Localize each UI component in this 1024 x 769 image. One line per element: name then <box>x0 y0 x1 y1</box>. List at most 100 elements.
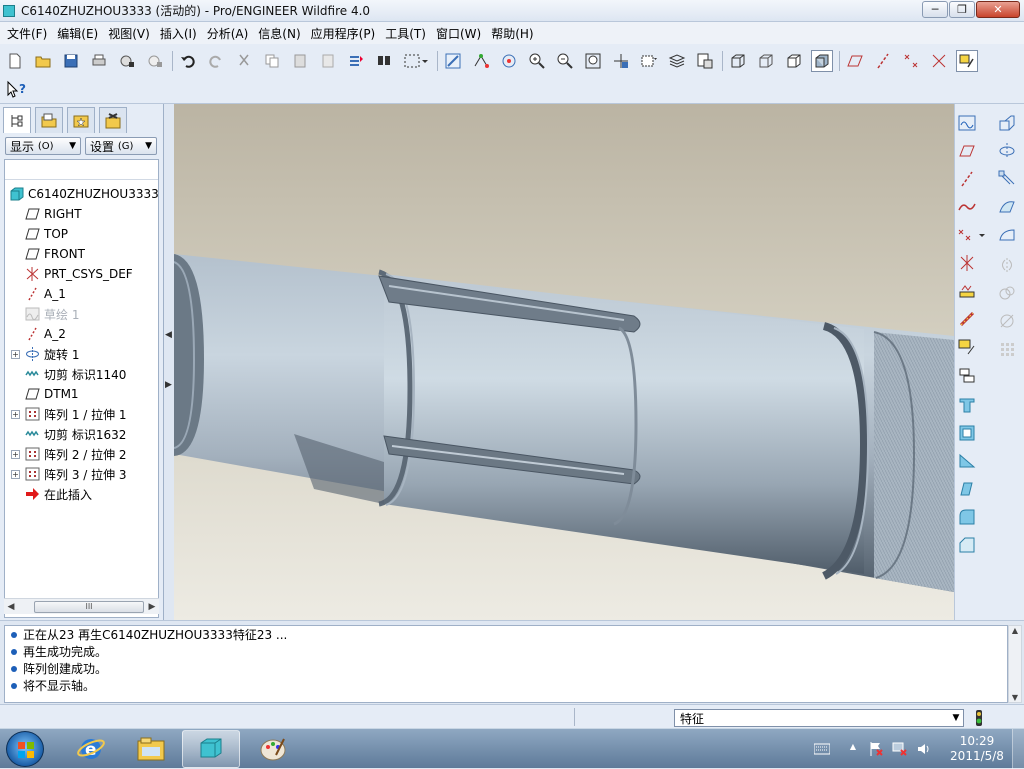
paste-icon[interactable] <box>289 50 311 72</box>
no-hidden-icon[interactable] <box>783 50 805 72</box>
taskbar-paint-button[interactable] <box>244 730 302 768</box>
zoom-out-icon[interactable] <box>554 50 576 72</box>
menu-applications[interactable]: 应用程序(P) <box>306 25 381 42</box>
regenerate-icon[interactable] <box>345 50 367 72</box>
start-button[interactable] <box>6 731 44 767</box>
csys-tool-icon[interactable] <box>955 252 979 274</box>
redo-icon[interactable] <box>205 50 227 72</box>
maximize-button[interactable]: ❐ <box>949 1 975 18</box>
shell-tool-icon[interactable] <box>955 422 979 444</box>
annotations-toggle-icon[interactable] <box>956 50 978 72</box>
datum-point-tool-icon[interactable] <box>955 224 989 246</box>
undo-icon[interactable] <box>177 50 199 72</box>
annotation-tool-icon[interactable] <box>955 336 979 358</box>
collapse-left-icon[interactable]: ◀ <box>165 330 172 344</box>
expand-right-icon[interactable]: ▶ <box>165 380 172 394</box>
paste-special-icon[interactable] <box>317 50 339 72</box>
history-tab[interactable] <box>99 107 127 133</box>
find-icon[interactable] <box>373 50 395 72</box>
scroll-thumb[interactable]: III <box>34 600 144 613</box>
menu-edit[interactable]: 编辑(E) <box>52 25 103 42</box>
sketch-tool-icon[interactable] <box>955 112 979 134</box>
show-hidden-icons-icon[interactable]: ▲ <box>844 742 862 756</box>
tree-item[interactable]: A_2 <box>5 324 160 344</box>
csys-toggle-icon[interactable] <box>928 50 950 72</box>
extrude-tool-icon[interactable] <box>995 112 1019 134</box>
menu-file[interactable]: 文件(F) <box>2 25 52 42</box>
blend-tool-icon[interactable] <box>995 196 1019 218</box>
datum-plane-tool-icon[interactable] <box>955 140 979 162</box>
merge-tool-icon[interactable] <box>995 282 1019 304</box>
select-box-icon[interactable] <box>401 50 431 72</box>
network-icon[interactable] <box>892 741 908 757</box>
datum-points-toggle-icon[interactable] <box>900 50 922 72</box>
datum-axis-tool-icon[interactable] <box>955 168 979 190</box>
open-folder-icon[interactable] <box>32 50 54 72</box>
tree-item[interactable]: 草绘 1 <box>5 304 160 324</box>
settings-dropdown-button[interactable]: 设置 (G) ▼ <box>85 137 157 155</box>
tree-item[interactable]: PRT_CSYS_DEF <box>5 264 160 284</box>
draft-tool-icon[interactable] <box>955 478 979 500</box>
send-mail-icon[interactable] <box>116 50 138 72</box>
model-tree-tab[interactable] <box>3 107 31 133</box>
scroll-down-icon[interactable]: ▼ <box>1009 693 1021 702</box>
rib-tool-icon[interactable] <box>955 450 979 472</box>
folder-browser-tab[interactable] <box>35 107 63 133</box>
tree-item[interactable]: DTM1 <box>5 384 160 404</box>
tree-item[interactable]: C6140ZHUZHOU3333.PRT <box>5 184 160 204</box>
analysis-tool-icon[interactable] <box>955 280 979 302</box>
expand-node-icon[interactable]: + <box>11 409 20 419</box>
tree-horizontal-scrollbar[interactable]: ◀ III ▶ <box>4 598 159 614</box>
round-tool-icon[interactable] <box>955 506 979 528</box>
hole-tool-icon[interactable] <box>955 394 979 416</box>
selection-filter-select[interactable]: 特征 ▼ <box>674 709 964 727</box>
new-file-icon[interactable] <box>4 50 26 72</box>
taskbar-proe-button[interactable] <box>182 730 240 768</box>
pattern-tool-icon[interactable] <box>995 338 1019 360</box>
expand-node-icon[interactable]: + <box>11 449 20 459</box>
shading-icon[interactable] <box>811 50 833 72</box>
context-help-icon[interactable]: ? <box>4 78 30 100</box>
variable-sweep-tool-icon[interactable] <box>995 168 1019 190</box>
tree-item[interactable]: TOP <box>5 224 160 244</box>
trim-tool-icon[interactable] <box>995 310 1019 332</box>
layers-icon[interactable] <box>666 50 688 72</box>
mirror-tool-icon[interactable] <box>995 254 1019 276</box>
tree-item[interactable]: FRONT <box>5 244 160 264</box>
scroll-left-icon[interactable]: ◀ <box>4 602 18 612</box>
save-icon[interactable] <box>60 50 82 72</box>
wireframe-icon[interactable] <box>727 50 749 72</box>
reorient-icon[interactable] <box>610 50 632 72</box>
reference-tool-icon[interactable] <box>955 308 979 330</box>
menu-analysis[interactable]: 分析(A) <box>202 25 254 42</box>
tree-item[interactable]: + 阵列 3 / 拉伸 3 <box>5 464 160 484</box>
expand-node-icon[interactable]: + <box>11 469 20 479</box>
menu-info[interactable]: 信息(N) <box>253 25 305 42</box>
tree-item[interactable]: + 阵列 2 / 拉伸 2 <box>5 444 160 464</box>
spin-center-icon[interactable] <box>470 50 492 72</box>
hidden-line-icon[interactable] <box>755 50 777 72</box>
tree-item[interactable]: 切剪 标识1140 <box>5 364 160 384</box>
expand-node-icon[interactable]: + <box>11 349 20 359</box>
zoom-in-icon[interactable] <box>526 50 548 72</box>
datum-curve-tool-icon[interactable] <box>955 196 979 218</box>
panel-splitter[interactable]: ◀ ▶ <box>164 104 174 620</box>
cut-icon[interactable] <box>233 50 255 72</box>
minimize-button[interactable]: ─ <box>922 1 948 18</box>
tree-item[interactable]: + 阵列 1 / 拉伸 1 <box>5 404 160 424</box>
tree-filter-row[interactable] <box>5 160 158 180</box>
menu-tools[interactable]: 工具(T) <box>380 25 431 42</box>
revolve-tool-icon[interactable] <box>995 140 1019 162</box>
menu-window[interactable]: 窗口(W) <box>431 25 486 42</box>
view-manager-icon[interactable] <box>694 50 716 72</box>
datum-axes-toggle-icon[interactable] <box>872 50 894 72</box>
boundary-blend-tool-icon[interactable] <box>995 224 1019 246</box>
menu-help[interactable]: 帮助(H) <box>486 25 538 42</box>
copy-icon[interactable] <box>261 50 283 72</box>
close-button[interactable]: ✕ <box>976 1 1020 18</box>
graphics-viewport[interactable] <box>174 104 954 620</box>
favorites-tab[interactable] <box>67 107 95 133</box>
repaint-icon[interactable] <box>442 50 464 72</box>
action-center-flag-icon[interactable] <box>868 741 884 757</box>
show-desktop-button[interactable] <box>1012 729 1024 769</box>
